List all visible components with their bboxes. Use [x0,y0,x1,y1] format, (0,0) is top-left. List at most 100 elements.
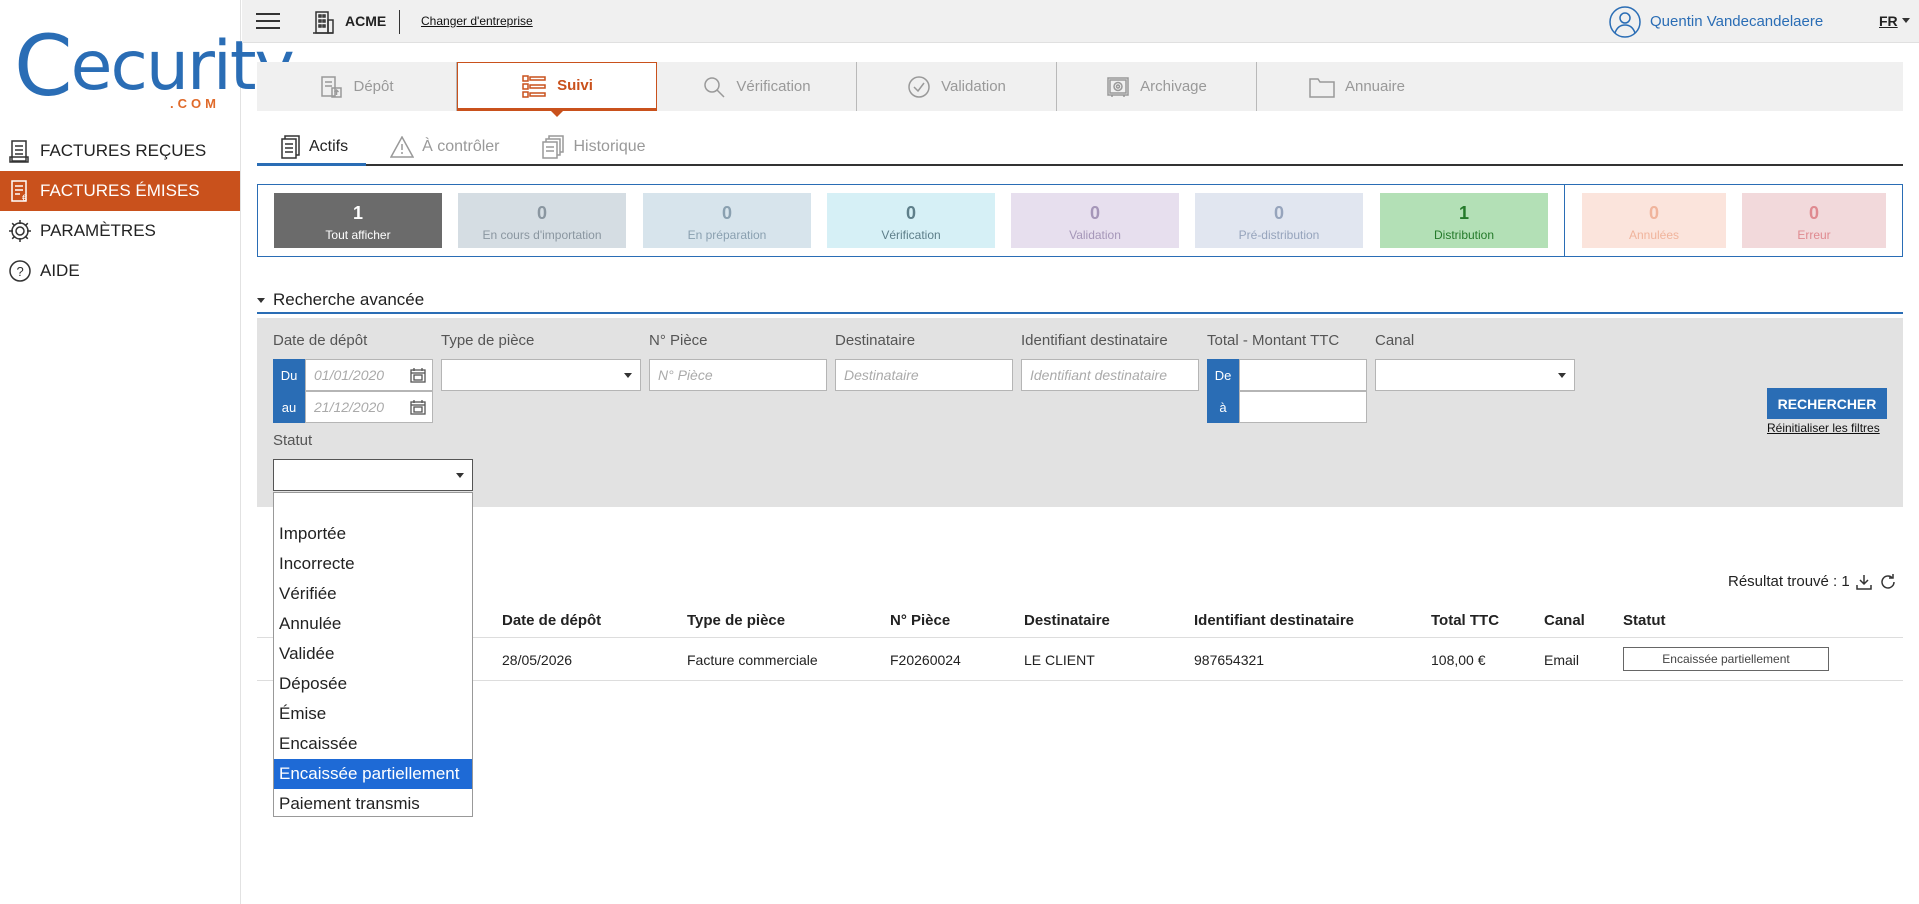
tab-archivage[interactable]: Archivage [1057,62,1257,111]
column-header[interactable]: Total TTC [1431,612,1499,629]
total-from-input[interactable] [1239,359,1367,391]
statut-option[interactable]: Vérifiée [274,579,472,609]
column-header[interactable]: Destinataire [1024,612,1110,629]
cell-piece-number: F20260024 [890,652,961,668]
document-icon [281,134,301,159]
svg-text:€: € [22,193,27,203]
destinataire-id-input[interactable]: Identifiant destinataire [1021,359,1199,391]
destinataire-id-placeholder: Identifiant destinataire [1030,367,1167,383]
tab-annuaire[interactable]: Annuaire [1257,62,1457,111]
logo-domain: .COM [170,96,220,111]
table-row[interactable]: 28/05/2026 Facture commerciale F20260024… [257,639,1903,681]
piece-number-label: N° Pièce [649,332,708,349]
sidebar-item-label: FACTURES ÉMISES [40,181,200,200]
sidebar-item-label: PARAMÈTRES [40,221,156,240]
history-documents-icon [541,135,566,159]
sidebar-item-factures-emises[interactable]: € FACTURES ÉMISES [0,171,240,211]
chevron-down-icon [456,473,464,478]
status-filter-distribution[interactable]: 1 Distribution [1380,193,1548,248]
statut-option[interactable]: Encaissée partiellement [274,759,472,789]
statut-option[interactable]: Déposée [274,669,472,699]
column-header[interactable]: Canal [1544,612,1585,629]
column-header[interactable]: Type de pièce [687,612,785,629]
status-filter-en-preparation[interactable]: 0 En préparation [643,193,811,248]
warning-icon [390,136,415,158]
cell-type-piece: Facture commerciale [687,652,818,668]
refresh-icon[interactable] [1879,573,1897,596]
status-count: 0 [536,203,547,223]
tab-actifs[interactable]: Actifs [257,130,367,166]
tab-verification[interactable]: Vérification [657,62,857,111]
date-from-input[interactable]: 01/01/2020 [305,359,433,391]
cecurity-logo[interactable]: Cecurity .COM [14,18,295,111]
column-header[interactable]: Identifiant destinataire [1194,612,1354,629]
statut-option[interactable]: Importée [274,519,472,549]
status-filter-validation[interactable]: 0 Validation [1011,193,1179,248]
column-header[interactable]: N° Pièce [890,612,950,629]
user-name[interactable]: Quentin Vandecandelaere [1650,13,1823,30]
status-filter-annulees[interactable]: 0 Annulées [1582,193,1726,248]
type-piece-label: Type de pièce [441,332,535,349]
statut-option[interactable]: Émise [274,699,472,729]
topbar: ACME Changer d'entreprise Quentin Vandec… [242,0,1919,43]
tab-label: Historique [573,138,646,155]
change-company-link[interactable]: Changer d'entreprise [421,14,533,28]
sub-tabs: Actifs À contrôler Historique [257,130,1903,166]
tab-label: Suivi [557,77,593,94]
tab-historique[interactable]: Historique [518,130,664,164]
tab-suivi[interactable]: Suivi [457,62,657,117]
status-label: Distribution [1433,228,1495,242]
statut-option[interactable]: Encaissée [274,729,472,759]
total-to-input[interactable] [1239,391,1367,423]
check-circle-icon [907,75,931,99]
tab-label: Actifs [309,137,349,155]
reset-filters-link[interactable]: Réinitialiser les filtres [1767,421,1880,435]
column-header[interactable]: Statut [1623,612,1666,629]
safe-icon [1106,75,1130,99]
column-header[interactable]: Date de dépôt [502,612,601,629]
destinataire-label: Destinataire [835,332,916,349]
tab-a-controler[interactable]: À contrôler [366,130,517,164]
date-to-input[interactable]: 21/12/2020 [305,391,433,423]
sidebar-item-parametres[interactable]: PARAMÈTRES [0,211,240,251]
chevron-down-icon[interactable] [1902,18,1910,23]
type-piece-select[interactable] [441,359,641,391]
advanced-search-toggle[interactable]: Recherche avancée [257,290,424,310]
canal-select[interactable] [1375,359,1575,391]
hamburger-menu-icon[interactable] [256,13,280,31]
tab-validation[interactable]: Validation [857,62,1057,111]
calendar-icon[interactable] [410,367,426,386]
statut-option[interactable]: Incorrecte [274,549,472,579]
statut-option[interactable]: Paiement transmis [274,789,472,819]
total-label: Total - Montant TTC [1207,332,1340,349]
calendar-icon[interactable] [410,399,426,418]
status-label: Pré-distribution [1238,228,1320,242]
tab-label: À contrôler [422,138,500,155]
status-filter-erreur[interactable]: 0 Erreur [1742,193,1886,248]
status-filter-en-cours-importation[interactable]: 0 En cours d'importation [458,193,626,248]
sidebar-item-aide[interactable]: ? AIDE [0,251,240,291]
download-icon[interactable] [1855,573,1873,596]
upload-document-icon [319,75,343,99]
user-avatar-icon[interactable] [1609,6,1641,43]
tab-label: Annuaire [1344,78,1406,95]
status-count: 0 [1648,203,1659,223]
status-filter-pre-distribution[interactable]: 0 Pré-distribution [1195,193,1363,248]
status-filter-verification[interactable]: 0 Vérification [827,193,995,248]
divider [399,10,400,34]
status-label: En cours d'importation [482,228,602,242]
search-button[interactable]: RECHERCHER [1767,388,1887,419]
statut-select[interactable] [273,459,473,491]
tab-depot[interactable]: Dépôt [257,62,457,111]
statut-option[interactable]: Validée [274,639,472,669]
total-from-tag: De [1207,359,1239,391]
date-from-placeholder: 01/01/2020 [314,367,385,383]
statut-option[interactable]: Annulée [274,609,472,639]
language-selector[interactable]: FR [1879,13,1898,29]
cell-destinataire-id: 987654321 [1194,652,1265,668]
piece-number-input[interactable]: N° Pièce [649,359,827,391]
status-count: 1 [352,203,363,223]
destinataire-input[interactable]: Destinataire [835,359,1013,391]
status-filter-tout-afficher[interactable]: 1 Tout afficher [274,193,442,248]
sidebar-item-factures-recues[interactable]: FACTURES REÇUES [0,131,240,171]
